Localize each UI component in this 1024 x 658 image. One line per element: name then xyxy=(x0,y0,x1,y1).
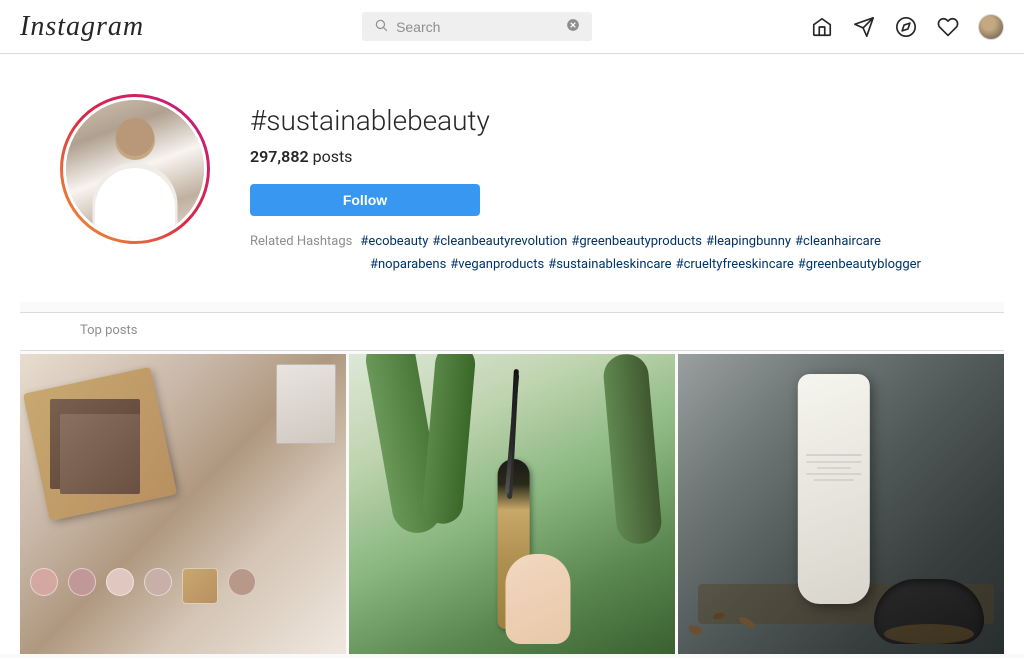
top-posts-section: Top posts xyxy=(20,302,1004,654)
profile-handle: #sustainablebeauty xyxy=(250,104,984,137)
follow-button[interactable]: Follow xyxy=(250,184,480,216)
hashtag-crueltyfreeskincare[interactable]: #crueltyfreeskincare xyxy=(676,257,794,272)
hashtag-avatar-wrap xyxy=(60,94,210,244)
hashtag-ecobeauty[interactable]: #ecobeauty xyxy=(360,234,428,249)
hashtag-cleanbeautyrevolution[interactable]: #cleanbeautyrevolution xyxy=(432,234,567,249)
profile-avatar[interactable] xyxy=(978,14,1004,40)
hashtag-avatar-image xyxy=(66,100,204,238)
avatar-inner xyxy=(63,97,207,241)
hashtag-links: #ecobeauty #cleanbeautyrevolution #green… xyxy=(360,234,881,249)
post-thumb-1[interactable] xyxy=(20,354,346,654)
search-bar[interactable] xyxy=(362,12,592,41)
hashtag-noparabens[interactable]: #noparabens xyxy=(370,257,446,272)
explore-icon[interactable] xyxy=(894,15,918,39)
profile-section: #sustainablebeauty 297,882 posts Follow … xyxy=(20,84,1004,302)
hashtag-greenbeautyproducts[interactable]: #greenbeautyproducts xyxy=(571,234,702,249)
hashtag-sustainableskincare[interactable]: #sustainableskincare xyxy=(548,257,671,272)
post-thumb-2[interactable] xyxy=(349,354,675,654)
hashtag-cleanhaircare[interactable]: #cleanhaircare xyxy=(795,234,881,249)
header-nav xyxy=(810,14,1004,40)
hashtag-leapingbunny[interactable]: #leapingbunny xyxy=(706,234,791,249)
send-icon[interactable] xyxy=(852,15,876,39)
related-label: Related Hashtags xyxy=(250,234,352,249)
hashtag-veganproducts[interactable]: #veganproducts xyxy=(450,257,544,272)
posts-count: 297,882 posts xyxy=(250,147,984,166)
search-clear-icon[interactable] xyxy=(566,18,580,35)
instagram-logo: Instagram xyxy=(20,11,144,43)
posts-grid xyxy=(20,351,1004,654)
heart-icon[interactable] xyxy=(936,15,960,39)
top-posts-label: Top posts xyxy=(20,312,1004,351)
search-icon xyxy=(374,18,388,35)
header: Instagram xyxy=(0,0,1024,54)
search-input[interactable] xyxy=(396,19,558,35)
related-hashtags: Related Hashtags #ecobeauty #cleanbeauty… xyxy=(250,234,984,272)
post-thumb-3[interactable] xyxy=(678,354,1004,654)
avatar-ring xyxy=(60,94,210,244)
home-icon[interactable] xyxy=(810,15,834,39)
main-content: #sustainablebeauty 297,882 posts Follow … xyxy=(0,54,1024,654)
profile-info: #sustainablebeauty 297,882 posts Follow … xyxy=(250,94,984,272)
hashtag-greenbeautyblogger[interactable]: #greenbeautyblogger xyxy=(798,257,921,272)
